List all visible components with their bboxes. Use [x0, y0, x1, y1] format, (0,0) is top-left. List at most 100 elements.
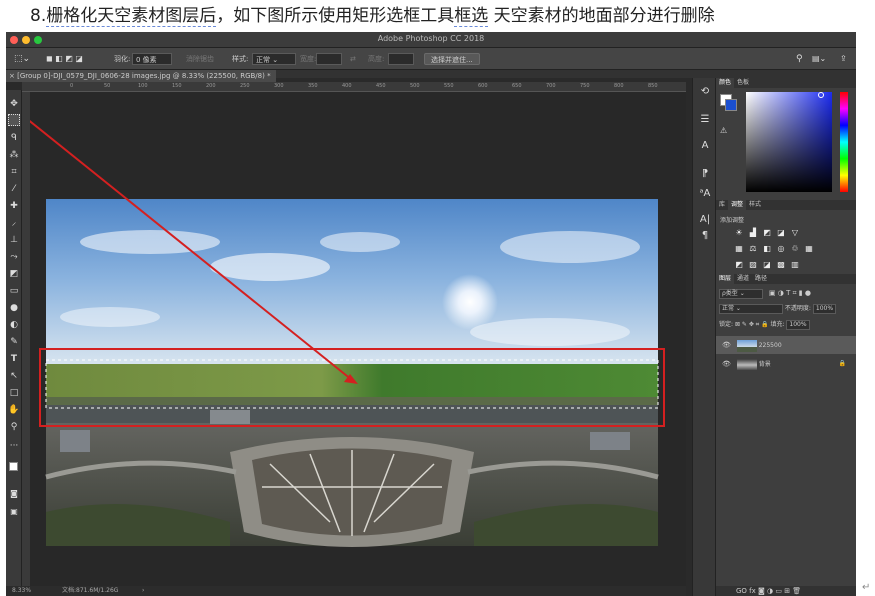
panel-background-swatch[interactable] — [725, 99, 737, 111]
tab-adjustments[interactable]: 调整 — [728, 200, 747, 210]
search-icon[interactable]: ⚲ — [796, 53, 803, 65]
layer-visibility-eye-icon[interactable]: 👁 — [722, 341, 731, 349]
tab-paths[interactable]: 路径 — [752, 274, 770, 284]
brightness-icon[interactable]: ☀ — [734, 228, 744, 237]
foreground-color-swatch[interactable] — [9, 462, 18, 471]
character-panel-icon[interactable]: A — [698, 140, 712, 152]
channel-mixer-icon[interactable]: ♲ — [790, 244, 800, 253]
select-and-mask-button[interactable]: 选择并遮住... — [424, 53, 480, 65]
layer-action-icons[interactable]: ◙ ◑ ▭ ⊞ 🗑 — [758, 587, 801, 595]
gradient-tool-icon[interactable]: ▭ — [8, 285, 20, 297]
selective-color-icon[interactable]: ▩ — [776, 260, 786, 269]
color-field[interactable] — [746, 92, 832, 192]
close-tab-icon[interactable]: × — [9, 72, 17, 80]
ruler-mark: 800 — [614, 83, 624, 89]
width-input[interactable] — [316, 53, 342, 65]
history-panel-icon[interactable]: ⟲ — [698, 86, 712, 98]
magic-wand-tool-icon[interactable]: ⁂ — [8, 149, 20, 161]
hand-tool-icon[interactable]: ✋ — [8, 404, 20, 416]
threshold-icon[interactable]: ◪ — [762, 260, 772, 269]
type-tool-icon[interactable]: T — [8, 353, 20, 365]
color-balance-icon[interactable]: ⚖ — [748, 244, 758, 253]
ruler-mark: 650 — [512, 83, 522, 89]
exposure-icon[interactable]: ◪ — [776, 228, 786, 237]
hue-saturation-icon[interactable]: ▦ — [734, 244, 744, 253]
clone-stamp-tool-icon[interactable]: ⊥ — [8, 234, 20, 246]
tab-swatches[interactable]: 色板 — [734, 78, 752, 88]
posterize-icon[interactable]: ▨ — [748, 260, 758, 269]
zoom-tool-icon[interactable]: ⚲ — [8, 421, 20, 433]
ruler-mark: 0 — [70, 83, 74, 89]
status-arrow-icon[interactable]: › — [142, 586, 144, 596]
rectangle-tool-icon[interactable]: □ — [8, 387, 20, 399]
fill-input[interactable]: 100% — [786, 320, 810, 330]
move-tool-icon[interactable]: ✥ — [8, 98, 20, 110]
lock-icons[interactable]: ⊠ ✎ ✥ ⌗ 🔒 — [735, 321, 769, 328]
properties-panel-icon[interactable]: ☰ — [698, 114, 712, 126]
gamut-warning-icon: ⚠ — [720, 126, 728, 135]
quick-mask-icon[interactable]: ◙ — [8, 488, 20, 500]
eyedropper-tool-icon[interactable]: ⁄ — [8, 183, 20, 195]
gradient-map-icon[interactable]: ▥ — [790, 260, 800, 269]
tools-panel: ✥ ᑫ ⁂ ⌗ ⁄ ✚ ⸝ ⊥ ⤳ ◩ ▭ ● ◐ ✎ T ↖ □ ✋ ⚲ ··… — [6, 90, 22, 596]
link-fx-icons[interactable]: GO fx — [736, 587, 756, 595]
height-input[interactable] — [388, 53, 414, 65]
black-white-icon[interactable]: ◧ — [762, 244, 772, 253]
feather-input[interactable]: 0 像素 — [132, 53, 172, 65]
pen-tool-icon[interactable]: ✎ — [8, 336, 20, 348]
healing-brush-tool-icon[interactable]: ✚ — [8, 200, 20, 212]
share-icon[interactable]: ⇪ — [840, 53, 847, 65]
layer-filter-icons[interactable]: ▣ ◑ T ⌗ ▮ ● — [769, 289, 811, 297]
lock-label: 锁定: — [719, 321, 734, 328]
hue-slider[interactable] — [840, 92, 848, 192]
marquee-tool-preset-icon[interactable]: ⬚⌄ — [14, 53, 30, 65]
curves-icon[interactable]: ◩ — [762, 228, 772, 237]
path-selection-tool-icon[interactable]: ↖ — [8, 370, 20, 382]
screen-mode-icon[interactable]: ▣ — [8, 506, 20, 518]
vibrance-icon[interactable]: ▽ — [790, 228, 800, 237]
selection-mode-icons[interactable]: ◼ ◧ ◩ ◪ — [46, 53, 83, 65]
blur-tool-icon[interactable]: ● — [8, 302, 20, 314]
crop-tool-icon[interactable]: ⌗ — [8, 166, 20, 178]
document-tab[interactable]: × [Group 0]-DJI_0579_DJI_0606-28 images.… — [6, 70, 276, 82]
tab-styles[interactable]: 样式 — [746, 200, 764, 210]
adjust-panel-tabs: 库调整 样式 — [716, 200, 856, 210]
invert-icon[interactable]: ◩ — [734, 260, 744, 269]
eraser-tool-icon[interactable]: ◩ — [8, 268, 20, 280]
tab-libraries[interactable]: 库 — [716, 200, 728, 210]
blend-mode-select[interactable]: 正常 ⌄ — [719, 304, 783, 314]
opacity-label: 不透明度: — [784, 305, 811, 312]
document-canvas[interactable] — [6, 92, 686, 586]
tab-channels[interactable]: 通道 — [734, 274, 752, 284]
style-select[interactable]: 正常 ⌄ — [252, 53, 296, 65]
levels-icon[interactable]: ▟ — [748, 228, 758, 237]
workspace-icon[interactable]: ▤⌄ — [812, 53, 826, 65]
layer-visibility-eye-icon[interactable]: 👁 — [722, 360, 731, 368]
layer-name[interactable]: 225500 — [759, 342, 782, 349]
photo-filter-icon[interactable]: ◎ — [776, 244, 786, 253]
layer-row-background[interactable]: 👁 背景 🔒 — [716, 356, 856, 372]
blend-mode-value: 正常 — [722, 305, 735, 312]
layer-name[interactable]: 背景 — [759, 361, 771, 368]
swap-icon[interactable]: ⇄ — [350, 53, 356, 65]
brush-panel-icon[interactable]: ⁋ — [698, 168, 712, 180]
lasso-tool-icon[interactable]: ᑫ — [8, 132, 20, 144]
layer-kind-filter[interactable]: ρ类型 ⌄ — [719, 289, 763, 299]
color-picker-cursor[interactable] — [818, 92, 824, 98]
paragraph-mark-icon[interactable]: ¶ — [698, 230, 712, 242]
zoom-level[interactable]: 8.33% — [12, 586, 31, 596]
edit-toolbar-icon[interactable]: ··· — [8, 440, 20, 452]
history-brush-tool-icon[interactable]: ⤳ — [8, 251, 20, 263]
paragraph-panel-icon[interactable]: A| — [698, 214, 712, 226]
glyphs-panel-icon[interactable]: ᵃA — [698, 188, 712, 200]
brush-tool-icon[interactable]: ⸝ — [8, 217, 20, 229]
layer-row-225500[interactable]: 👁 225500 — [716, 336, 856, 354]
color-lookup-icon[interactable]: ▦ — [804, 244, 814, 253]
tab-layers[interactable]: 图层 — [716, 274, 735, 284]
caption-middle: ，如下图所示使用矩形选框工具 — [216, 6, 455, 26]
tab-color[interactable]: 颜色 — [716, 78, 735, 88]
opacity-input[interactable]: 100% — [812, 304, 837, 314]
dodge-tool-icon[interactable]: ◐ — [8, 319, 20, 331]
antialias-checkbox[interactable]: 消除锯齿 — [186, 53, 214, 65]
rectangular-marquee-tool-icon[interactable] — [8, 114, 20, 126]
